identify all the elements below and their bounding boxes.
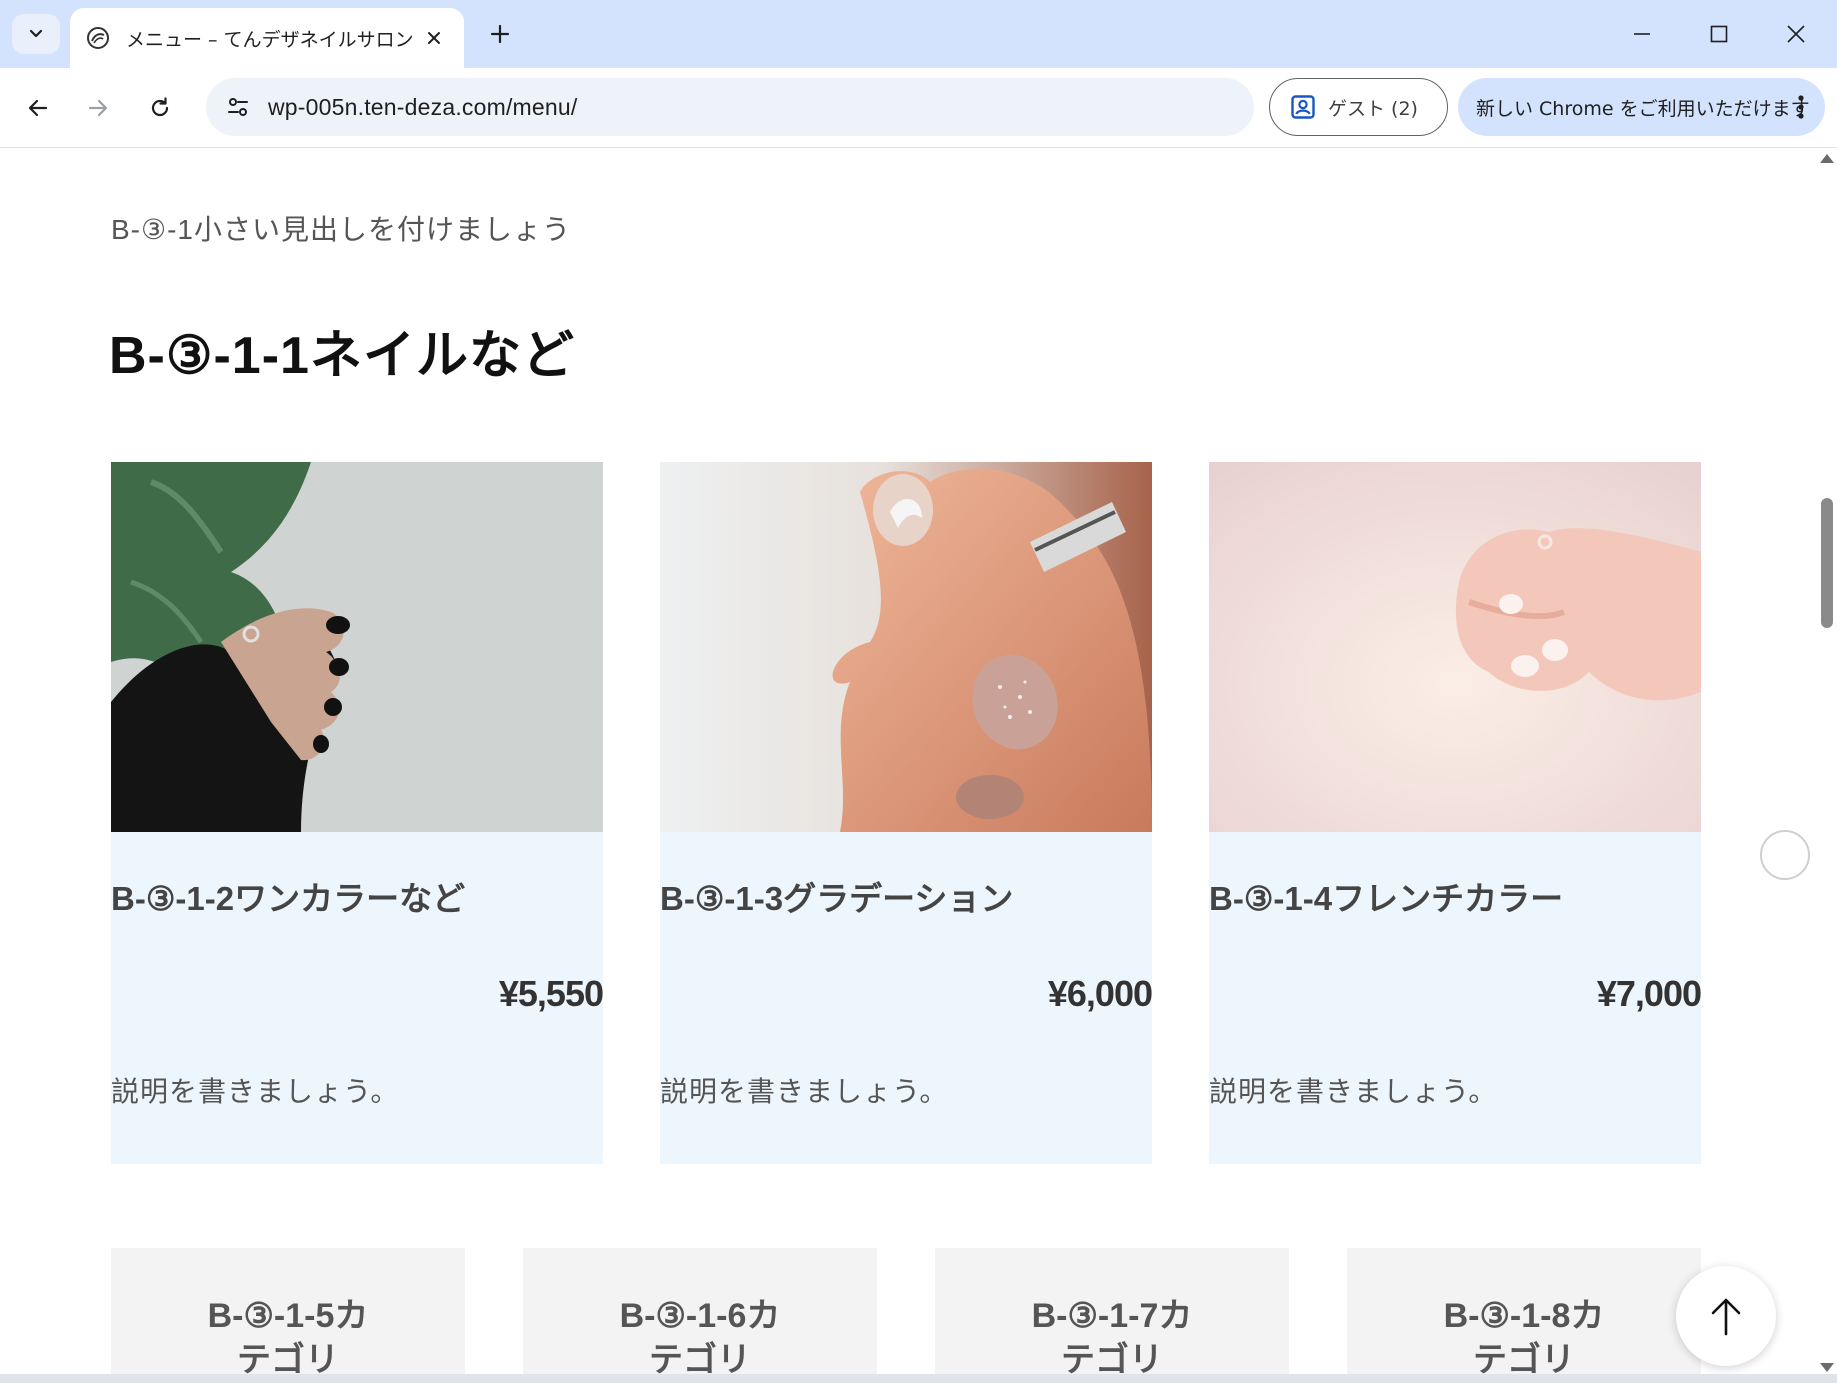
salon-favicon-icon (87, 27, 109, 49)
update-label: 新しい Chrome をご利用いただけます (1476, 97, 1810, 120)
window-minimize-button[interactable] (1612, 10, 1672, 58)
category-card[interactable]: B-③-1-6カテゴリ (523, 1248, 877, 1374)
reload-icon (151, 97, 169, 117)
category-card[interactable]: B-③-1-8カテゴリ (1347, 1248, 1701, 1374)
menu-card: B-③-1-3グラデーション ¥6,000 説明を書きましょう。 (660, 462, 1153, 1164)
menu-card-price: ¥6,000 (1047, 973, 1153, 1014)
browser-toolbar: wp-005n.ten-deza.com/menu/ ゲスト (2) 新しい C… (0, 68, 1837, 148)
scroll-down-arrow[interactable] (1820, 1363, 1834, 1372)
forward-button[interactable] (76, 86, 120, 130)
person-badge-icon (1291, 95, 1315, 119)
window-maximize-button[interactable] (1689, 10, 1749, 58)
url-text: wp-005n.ten-deza.com/menu/ (268, 93, 578, 120)
scrollbar-thumb[interactable] (1821, 498, 1833, 628)
menu-card-name: B-③-1-4フレンチカラー (1209, 880, 1564, 917)
menu-card-name: B-③-1-2ワンカラーなど (111, 880, 466, 917)
maximize-icon (1710, 25, 1728, 43)
tab-close-button[interactable] (420, 24, 448, 52)
section-sub-heading: B-③-1小さい見出しを付けましょう (111, 214, 571, 245)
browser-tab-active[interactable]: メニュー – てんデザネイルサロン (70, 8, 464, 68)
minimize-icon (1634, 33, 1650, 35)
menu-card-description: 説明を書きましょう。 (1209, 1076, 1498, 1107)
plus-icon (490, 24, 510, 44)
page-scrollbar[interactable] (1817, 148, 1837, 1374)
menu-card-description: 説明を書きましょう。 (660, 1076, 949, 1107)
page-viewport: B-③-1小さい見出しを付けましょう B-③-1-1ネイルなど B-③-1-2ワ… (0, 148, 1817, 1374)
category-label: B-③-1-6カテゴリ (619, 1297, 781, 1374)
tune-icon (228, 98, 248, 116)
tab-search-button[interactable] (12, 14, 60, 54)
arrow-left-icon (28, 99, 48, 117)
section-heading: B-③-1-1ネイルなど (109, 327, 575, 385)
back-button[interactable] (16, 86, 60, 130)
browser-tab-strip: メニュー – てんデザネイルサロン (0, 0, 1837, 68)
menu-card-name: B-③-1-3グラデーション (660, 880, 1014, 917)
scroll-up-arrow[interactable] (1820, 154, 1834, 163)
menu-card-price: ¥7,000 (1596, 973, 1702, 1014)
category-card[interactable]: B-③-1-7カテゴリ (935, 1248, 1289, 1374)
nail-photo-glitter (660, 462, 1152, 832)
nail-photo-dark (111, 462, 603, 832)
menu-card: B-③-1-2ワンカラーなど ¥5,550 説明を書きましょう。 (111, 462, 604, 1164)
nail-photo-french (1209, 462, 1701, 832)
profile-label: ゲスト (2) (1328, 97, 1418, 120)
close-icon (1787, 25, 1805, 43)
chrome-update-button[interactable]: 新しい Chrome をご利用いただけます (1458, 78, 1825, 136)
close-icon (428, 32, 441, 44)
reload-button[interactable] (138, 86, 182, 130)
tab-title: メニュー – てんデザネイルサロン (126, 28, 413, 51)
cursor-ring (1760, 830, 1810, 880)
profile-button[interactable]: ゲスト (2) (1269, 78, 1448, 136)
category-label: B-③-1-8カテゴリ (1443, 1297, 1605, 1374)
window-close-button[interactable] (1766, 10, 1826, 58)
category-label: B-③-1-7カテゴリ (1031, 1297, 1193, 1374)
new-tab-button[interactable] (480, 14, 520, 54)
menu-card-description: 説明を書きましょう。 (111, 1076, 400, 1107)
back-to-top-button[interactable] (1676, 1266, 1776, 1366)
arrow-right-icon (88, 99, 108, 117)
chevron-down-icon (29, 29, 43, 38)
arrow-up-icon (1711, 1298, 1741, 1336)
menu-card: B-③-1-4フレンチカラー ¥7,000 説明を書きましょう。 (1209, 462, 1702, 1164)
address-bar[interactable]: wp-005n.ten-deza.com/menu/ (206, 78, 1254, 136)
window-bottom-edge (0, 1374, 1837, 1383)
category-card[interactable]: B-③-1-5カテゴリ (111, 1248, 465, 1374)
category-label: B-③-1-5カテゴリ (207, 1297, 369, 1374)
kebab-menu-icon[interactable] (1791, 90, 1811, 124)
menu-card-price: ¥5,550 (498, 973, 604, 1014)
site-info-button[interactable] (218, 87, 258, 127)
